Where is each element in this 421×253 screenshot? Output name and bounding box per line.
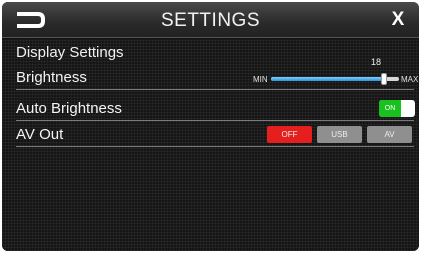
av-out-av-button[interactable]: AV [367,126,412,143]
close-button[interactable]: X [387,8,409,32]
av-out-off-button[interactable]: OFF [267,126,312,143]
settings-panel: Display Settings Brightness 18 MIN MAX A… [2,39,419,251]
toggle-state: ON [379,100,401,117]
title-bar: SETTINGS X [2,2,419,38]
av-out-row: AV Out OFF USB AV [16,123,414,147]
av-out-label: AV Out [16,126,64,143]
page-title: SETTINGS [160,10,260,31]
slider-fill [271,77,384,81]
brightness-value: 18 [371,57,382,67]
settings-window: SETTINGS X Display Settings Brightness 1… [2,2,419,251]
section-title: Display Settings [16,44,124,61]
auto-brightness-row: Auto Brightness ON [16,97,415,121]
auto-brightness-label: Auto Brightness [16,100,122,117]
brightness-slider[interactable] [271,73,399,85]
brightness-label: Brightness [16,69,87,86]
av-out-usb-button[interactable]: USB [317,126,362,143]
slider-max-label: MAX [401,75,419,84]
slider-min-label: MIN [253,75,268,84]
brightness-row: Brightness 18 MIN MAX [16,57,418,90]
auto-brightness-toggle[interactable]: ON [379,100,415,117]
slider-thumb[interactable] [380,73,387,85]
